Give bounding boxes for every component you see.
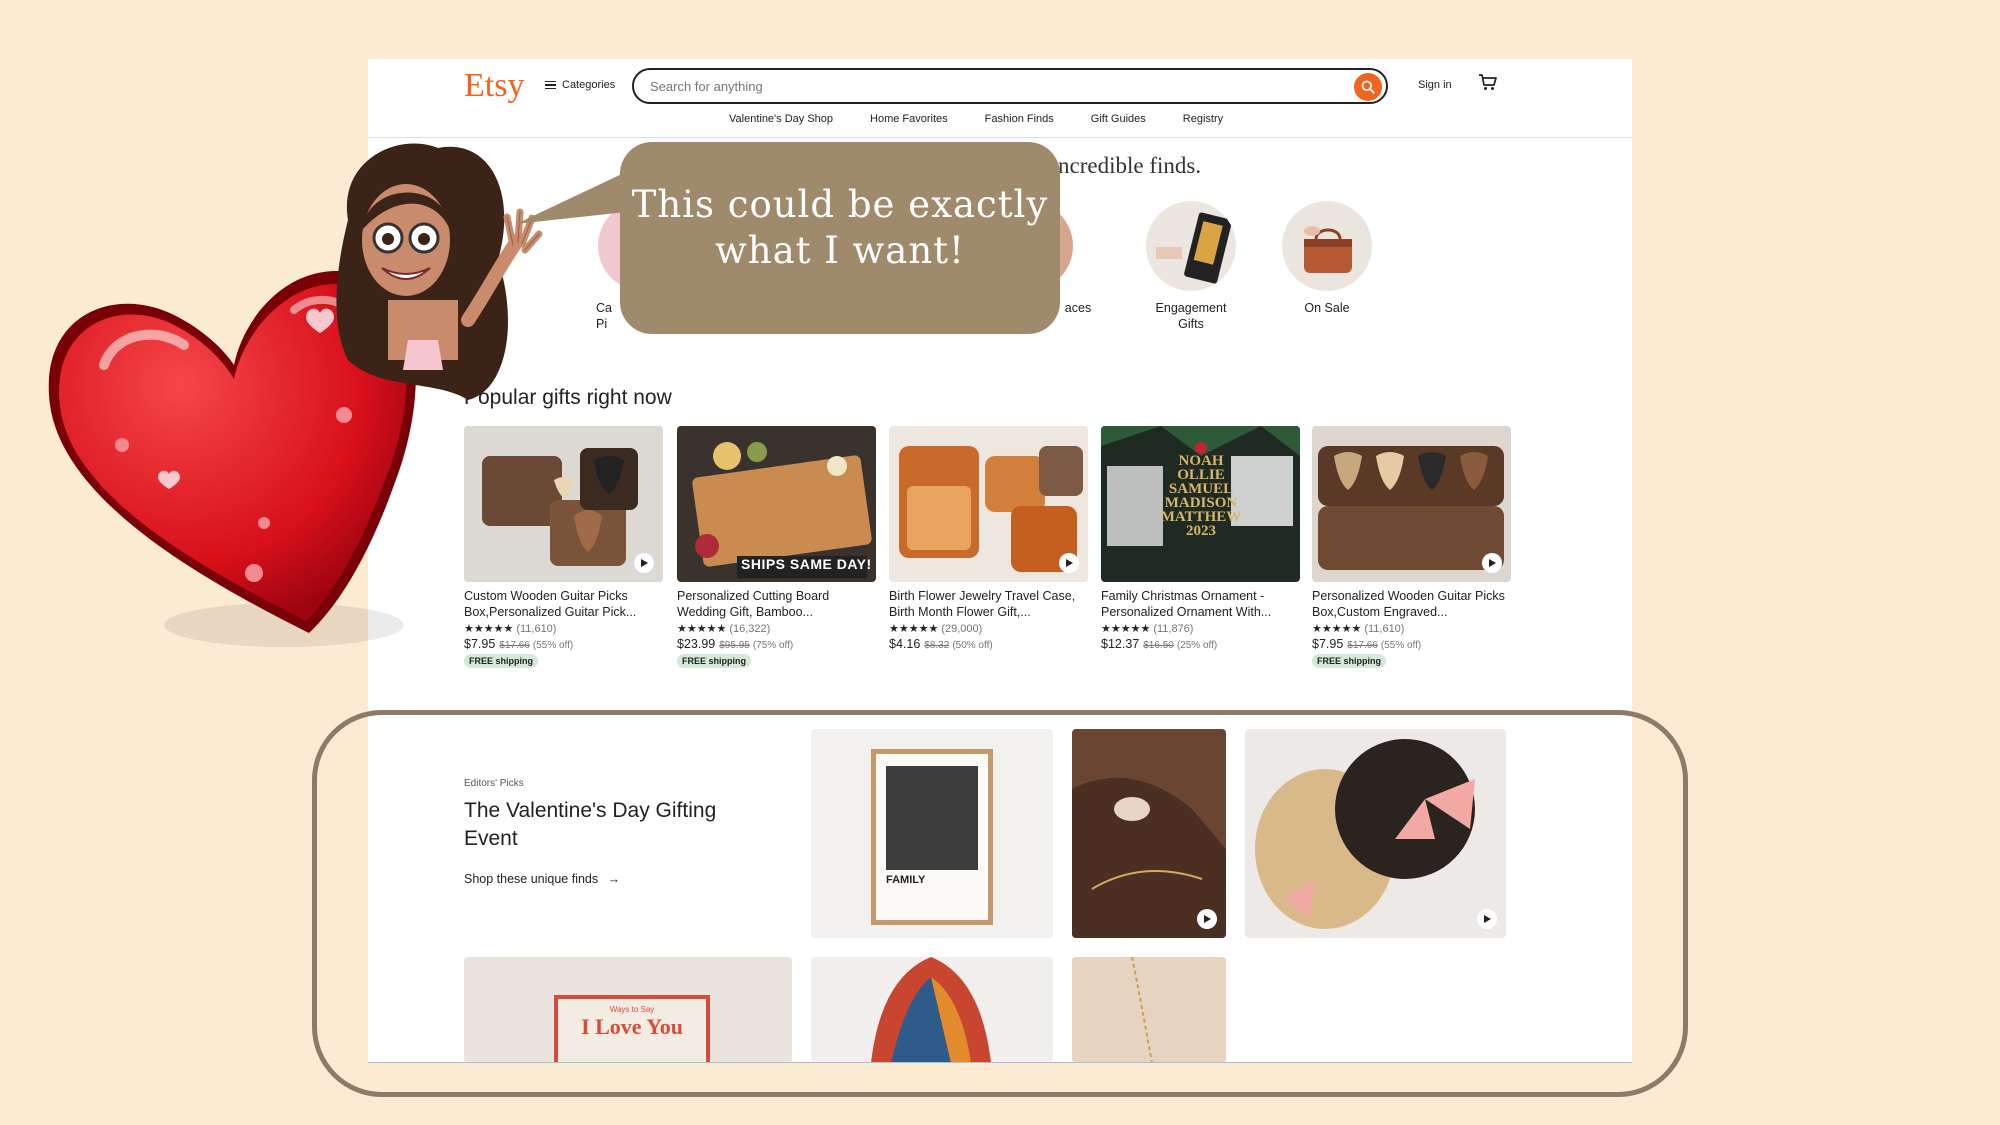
discount: (50% off) <box>952 640 993 651</box>
nav-home-favorites[interactable]: Home Favorites <box>870 113 948 125</box>
play-icon <box>641 559 648 567</box>
original-price: $95.95 <box>719 640 750 651</box>
video-play-button[interactable] <box>1059 553 1079 573</box>
nav-gift-guides[interactable]: Gift Guides <box>1091 113 1146 125</box>
original-price: $8.32 <box>924 640 950 651</box>
product-price-row: $7.95 $17.66 (55% off) <box>1312 637 1511 651</box>
category-label-1: Ca Pi <box>596 301 612 331</box>
category-label-2: aces <box>1064 301 1092 315</box>
highlight-outline <box>312 710 1688 1097</box>
categories-label: Categories <box>562 79 616 91</box>
product-price-row: $4.16 $8.32 (50% off) <box>889 637 1088 651</box>
speech-bubble: This could be exactly what I want! <box>620 142 1060 334</box>
review-count: (29,000) <box>941 623 983 635</box>
ornament-names-text: NOAH OLLIE SAMUEL MADISON MATTHEW 2023 <box>1160 453 1242 539</box>
product-card[interactable]: NOAH OLLIE SAMUEL MADISON MATTHEW 2023 F… <box>1101 426 1300 651</box>
product-rating: ★★★★★ (29,000) <box>889 622 1088 635</box>
original-price: $16.50 <box>1143 640 1174 651</box>
top-nav: Valentine's Day Shop Home Favorites Fash… <box>729 113 1260 125</box>
product-card[interactable]: Custom Wooden Guitar Picks Box,Personali… <box>464 426 663 669</box>
free-shipping-badge: FREE shipping <box>464 654 538 668</box>
discount: (55% off) <box>1380 640 1422 651</box>
product-title[interactable]: Personalized Wooden Guitar Picks Box,Cus… <box>1312 588 1511 620</box>
review-count: (16,322) <box>729 623 771 635</box>
product-card[interactable]: Personalized Wooden Guitar Picks Box,Cus… <box>1312 426 1511 669</box>
discount: (55% off) <box>532 640 574 651</box>
search-input[interactable] <box>648 77 1332 95</box>
jewelry-case-image <box>899 446 1083 572</box>
category-circle-on-sale[interactable] <box>1282 201 1372 291</box>
video-play-button[interactable] <box>1482 553 1502 573</box>
product-title[interactable]: Personalized Cutting Board Wedding Gift,… <box>677 588 876 620</box>
menu-icon <box>545 80 556 90</box>
discount: (75% off) <box>752 640 794 651</box>
nav-registry[interactable]: Registry <box>1183 113 1223 125</box>
search-bar[interactable] <box>632 68 1388 104</box>
sale-price: $12.37 <box>1101 637 1140 651</box>
stars-icon: ★★★★★ <box>464 623 514 635</box>
stars-icon: ★★★★★ <box>677 623 727 635</box>
product-image[interactable] <box>464 426 663 582</box>
product-image[interactable]: SHIPS SAME DAY! <box>677 426 876 582</box>
product-image[interactable]: NOAH OLLIE SAMUEL MADISON MATTHEW 2023 <box>1101 426 1300 582</box>
nav-valentines-day-shop[interactable]: Valentine's Day Shop <box>729 113 833 125</box>
engagement-gifts-image <box>1156 212 1232 284</box>
product-price-row: $7.95 $17.66 (55% off) <box>464 637 663 651</box>
product-title[interactable]: Custom Wooden Guitar Picks Box,Personali… <box>464 588 663 620</box>
product-rating: ★★★★★ (11,610) <box>1312 622 1511 635</box>
discount: (25% off) <box>1176 640 1218 651</box>
product-rating: ★★★★★ (16,322) <box>677 622 876 635</box>
video-play-button[interactable] <box>634 553 654 573</box>
stars-icon: ★★★★★ <box>1101 623 1151 635</box>
review-count: (11,610) <box>1364 623 1405 635</box>
free-shipping-badge: FREE shipping <box>677 654 751 668</box>
category-label-on-sale: On Sale <box>1304 301 1350 315</box>
free-shipping-badge: FREE shipping <box>1312 654 1386 668</box>
guitar-pick-box-image <box>482 448 638 566</box>
search-icon <box>1361 80 1375 94</box>
speech-bubble-tail <box>516 172 626 224</box>
original-price: $17.66 <box>499 640 530 651</box>
header-divider <box>368 137 1632 138</box>
sale-price: $23.99 <box>677 637 716 651</box>
product-title[interactable]: Family Christmas Ornament - Personalized… <box>1101 588 1300 620</box>
product-price-row: $23.99 $95.95 (75% off) <box>677 637 876 651</box>
sale-price: $7.95 <box>1312 637 1344 651</box>
sale-price: $4.16 <box>889 637 921 651</box>
category-circle-engagement-gifts[interactable] <box>1146 201 1236 291</box>
speech-bubble-text: This could be exactly what I want! <box>631 183 1049 272</box>
hero-title: ncredible finds. <box>1058 153 1202 178</box>
search-button[interactable] <box>1354 73 1382 101</box>
cart-icon[interactable] <box>1478 73 1498 91</box>
product-image[interactable] <box>889 426 1088 582</box>
product-image[interactable] <box>1312 426 1511 582</box>
sale-price: $7.95 <box>464 637 496 651</box>
review-count: (11,876) <box>1153 623 1194 635</box>
etsy-logo[interactable]: Etsy <box>464 67 524 105</box>
category-label-engagement-gifts: Engagement Gifts <box>1155 301 1227 331</box>
nav-fashion-finds[interactable]: Fashion Finds <box>985 113 1054 125</box>
product-title[interactable]: Birth Flower Jewelry Travel Case, Birth … <box>889 588 1088 620</box>
stars-icon: ★★★★★ <box>889 623 939 635</box>
wooden-pick-boxes-image <box>1318 446 1504 570</box>
product-rating: ★★★★★ (11,876) <box>1101 622 1300 635</box>
play-icon <box>1489 559 1496 567</box>
review-count: (11,610) <box>516 623 557 635</box>
product-price-row: $12.37 $16.50 (25% off) <box>1101 637 1300 651</box>
product-card[interactable]: SHIPS SAME DAY! Personalized Cutting Boa… <box>677 426 876 669</box>
ships-same-day-label: SHIPS SAME DAY! <box>741 556 872 572</box>
product-rating: ★★★★★ (11,610) <box>464 622 663 635</box>
on-sale-image <box>1304 226 1352 273</box>
original-price: $17.66 <box>1347 640 1378 651</box>
play-icon <box>1066 559 1073 567</box>
categories-button[interactable]: Categories <box>545 79 615 91</box>
product-card[interactable]: Birth Flower Jewelry Travel Case, Birth … <box>889 426 1088 651</box>
sign-in-link[interactable]: Sign in <box>1418 79 1452 91</box>
stars-icon: ★★★★★ <box>1312 623 1362 635</box>
